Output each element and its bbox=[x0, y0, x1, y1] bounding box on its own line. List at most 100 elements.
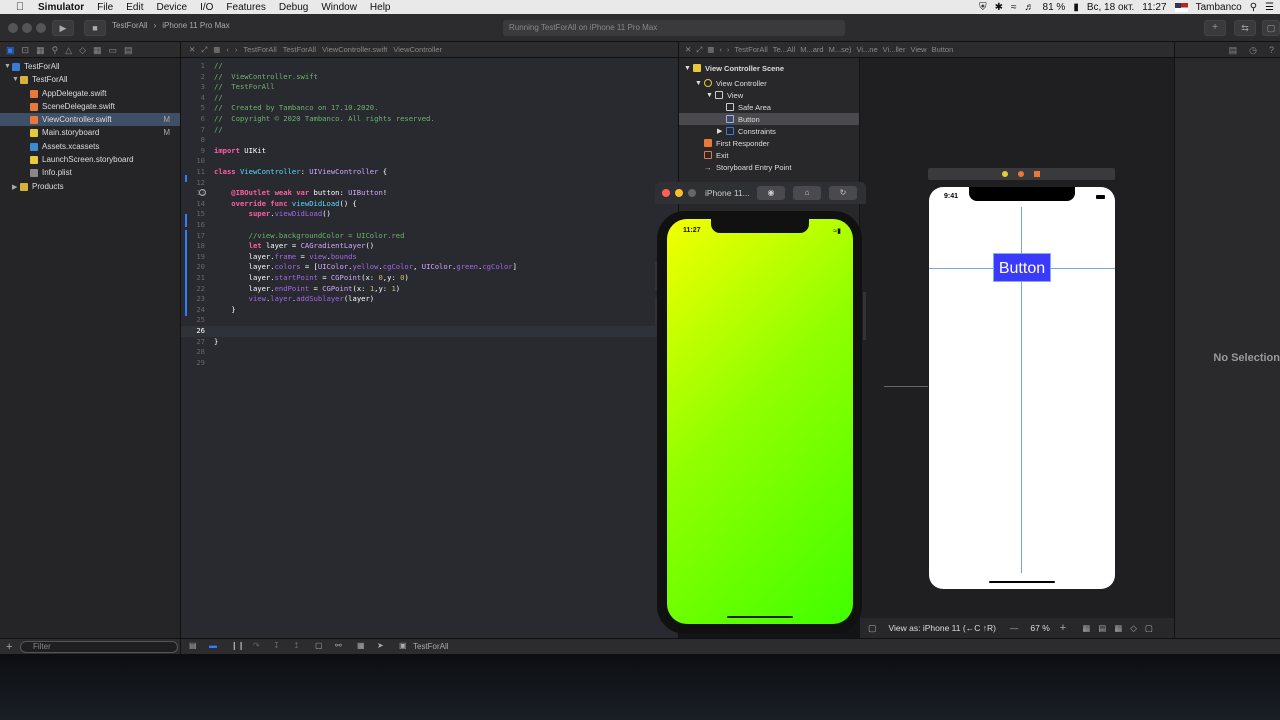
library-button[interactable]: + bbox=[1204, 20, 1226, 36]
first-responder-icon[interactable] bbox=[1018, 171, 1024, 177]
volume-icon[interactable]: ♬ bbox=[1025, 2, 1035, 13]
code-editor[interactable]: 1// 2// ViewController.swift 3// TestFor… bbox=[181, 58, 678, 638]
report-icon[interactable]: ▤ bbox=[124, 45, 133, 55]
warning-icon[interactable]: △ bbox=[65, 45, 72, 55]
nav-project-root[interactable]: ▼ TestForAll bbox=[0, 60, 180, 73]
device-side-button[interactable] bbox=[863, 292, 866, 340]
step-out-icon[interactable]: ↥ bbox=[293, 641, 300, 650]
view-hierarchy-icon[interactable]: ▢ bbox=[315, 641, 323, 650]
disclosure-closed-icon[interactable]: ▶ bbox=[717, 127, 726, 135]
menu-app-name[interactable]: Simulator bbox=[38, 2, 84, 13]
breadcrumb-item[interactable]: TestForAll bbox=[283, 45, 316, 54]
view-as-device[interactable]: View as: iPhone 11 (←C ↑R) bbox=[889, 623, 996, 633]
zoom-in-button[interactable]: + bbox=[1060, 622, 1066, 634]
breakpoints-toggle-icon[interactable]: ▬ bbox=[209, 641, 217, 650]
close-icon[interactable]: ✕ bbox=[685, 45, 691, 54]
symbol-icon[interactable]: ▦ bbox=[36, 45, 45, 55]
storyboard-button[interactable]: Button bbox=[993, 253, 1051, 282]
home-button[interactable]: ⌂ bbox=[793, 186, 821, 200]
exit-icon[interactable] bbox=[1034, 171, 1040, 177]
hide-debug-area-icon[interactable]: ▤ bbox=[189, 641, 197, 650]
input-source-flag-icon[interactable] bbox=[1174, 2, 1188, 12]
nav-group-products[interactable]: ▶ Products bbox=[0, 180, 180, 193]
outline-scene[interactable]: ▼ View Controller Scene bbox=[679, 62, 859, 74]
menu-edit[interactable]: Edit bbox=[126, 2, 143, 13]
filter-input[interactable]: Filter bbox=[20, 640, 178, 653]
outlet-connection-icon[interactable] bbox=[199, 189, 206, 196]
zoom-window-button[interactable] bbox=[688, 189, 696, 197]
pin-icon[interactable]: ◇ bbox=[1130, 623, 1137, 634]
nav-file[interactable]: Main.storyboard M bbox=[0, 126, 180, 139]
view-controller-icon[interactable] bbox=[1002, 171, 1008, 177]
inspector-toggle-button[interactable]: ▢ bbox=[1262, 20, 1280, 36]
outline-constraints[interactable]: ▶ Constraints bbox=[679, 125, 859, 137]
breadcrumb-item[interactable]: ViewController bbox=[393, 45, 442, 54]
nav-file[interactable]: SceneDelegate.swift bbox=[0, 100, 180, 113]
menu-window[interactable]: Window bbox=[321, 2, 357, 13]
breadcrumb-item[interactable]: Vi...ller bbox=[883, 45, 906, 54]
history-icon[interactable]: ◷ bbox=[1249, 45, 1257, 55]
pause-icon[interactable]: ❙❙ bbox=[231, 641, 244, 650]
menu-help[interactable]: Help bbox=[370, 2, 391, 13]
menu-debug[interactable]: Debug bbox=[279, 2, 308, 13]
nav-file-selected[interactable]: ViewController.swift M bbox=[0, 113, 180, 126]
scheme-name[interactable]: TestForAll bbox=[112, 21, 148, 30]
screenshot-button[interactable]: ◉ bbox=[757, 186, 785, 200]
outline-view[interactable]: ▼ View bbox=[679, 89, 859, 101]
outline-safe-area[interactable]: Safe Area bbox=[679, 101, 859, 113]
help-icon[interactable]: ? bbox=[1269, 45, 1274, 55]
file-inspector-icon[interactable]: ▤ bbox=[1229, 45, 1238, 55]
disclosure-open-icon[interactable]: ▼ bbox=[684, 65, 693, 72]
outline-view-controller[interactable]: ▼ View Controller bbox=[679, 77, 859, 89]
folder-icon[interactable]: ▣ bbox=[6, 45, 15, 55]
embed-stack-icon[interactable]: ▤ bbox=[1098, 623, 1106, 634]
close-window-button[interactable] bbox=[8, 23, 18, 33]
outline-entry-point[interactable]: → Storyboard Entry Point bbox=[679, 161, 859, 173]
close-window-button[interactable] bbox=[662, 189, 670, 197]
wifi-icon[interactable]: ≈ bbox=[1011, 2, 1017, 13]
nav-file[interactable]: AppDelegate.swift bbox=[0, 87, 180, 100]
location-icon[interactable]: ➤ bbox=[377, 641, 384, 650]
user-name[interactable]: Tambanco bbox=[1196, 2, 1242, 13]
nav-file[interactable]: Assets.xcassets bbox=[0, 140, 180, 153]
disclosure-open-icon[interactable]: ▼ bbox=[4, 63, 12, 70]
destination-device[interactable]: iPhone 11 Pro Max bbox=[162, 21, 229, 30]
disclosure-open-icon[interactable]: ▼ bbox=[706, 92, 715, 99]
simulator-screen[interactable]: 11:27 ≈▮ bbox=[667, 219, 853, 624]
debug-target-name[interactable]: TestForAll bbox=[413, 642, 449, 651]
back-icon[interactable]: ‹ bbox=[719, 45, 722, 54]
minimize-window-button[interactable] bbox=[675, 189, 683, 197]
test-icon[interactable]: ◇ bbox=[79, 45, 86, 55]
expand-icon[interactable]: ⤢ bbox=[696, 45, 702, 55]
resolve-issues-icon[interactable]: ▢ bbox=[1145, 623, 1153, 634]
scene-view[interactable]: 9:41 Button bbox=[929, 187, 1115, 589]
expand-icon[interactable]: ⤢ bbox=[201, 45, 207, 55]
zoom-out-button[interactable]: — bbox=[1010, 623, 1019, 633]
outline-toggle-icon[interactable]: ▢ bbox=[868, 623, 877, 634]
breakpoint-icon[interactable]: ▭ bbox=[109, 45, 118, 55]
grid-icon[interactable]: ▦ bbox=[707, 45, 714, 54]
search-icon[interactable]: ⚲ bbox=[52, 45, 59, 55]
bluetooth-icon[interactable]: ✱ bbox=[995, 2, 1003, 13]
memory-graph-icon[interactable]: ⚯ bbox=[335, 641, 342, 650]
close-icon[interactable]: ✕ bbox=[189, 45, 195, 54]
clock-date[interactable]: Вс, 18 окт. bbox=[1087, 2, 1134, 13]
menu-io[interactable]: I/O bbox=[200, 2, 213, 13]
minimize-window-button[interactable] bbox=[22, 23, 32, 33]
breadcrumb-item[interactable]: ViewController.swift bbox=[322, 45, 387, 54]
forward-icon[interactable]: › bbox=[727, 45, 730, 54]
add-icon[interactable]: + bbox=[6, 641, 12, 653]
debug-icon[interactable]: ▦ bbox=[93, 45, 102, 55]
battery-icon[interactable]: ▮ bbox=[1073, 2, 1079, 13]
step-over-icon[interactable]: ↷ bbox=[253, 641, 260, 650]
review-button[interactable]: ⇆ bbox=[1234, 20, 1256, 36]
scheme-selector[interactable]: TestForAll › iPhone 11 Pro Max bbox=[112, 21, 230, 30]
forward-icon[interactable]: › bbox=[235, 45, 238, 54]
disclosure-closed-icon[interactable]: ▶ bbox=[12, 183, 20, 191]
breadcrumb-item[interactable]: TestForAll bbox=[734, 45, 767, 54]
menu-list-icon[interactable]: ☰ bbox=[1265, 2, 1274, 13]
apple-icon[interactable]:  bbox=[14, 1, 26, 13]
step-into-icon[interactable]: ↧ bbox=[273, 641, 280, 650]
environment-icon[interactable]: ▦ bbox=[357, 641, 365, 650]
nav-file[interactable]: LaunchScreen.storyboard bbox=[0, 153, 180, 166]
